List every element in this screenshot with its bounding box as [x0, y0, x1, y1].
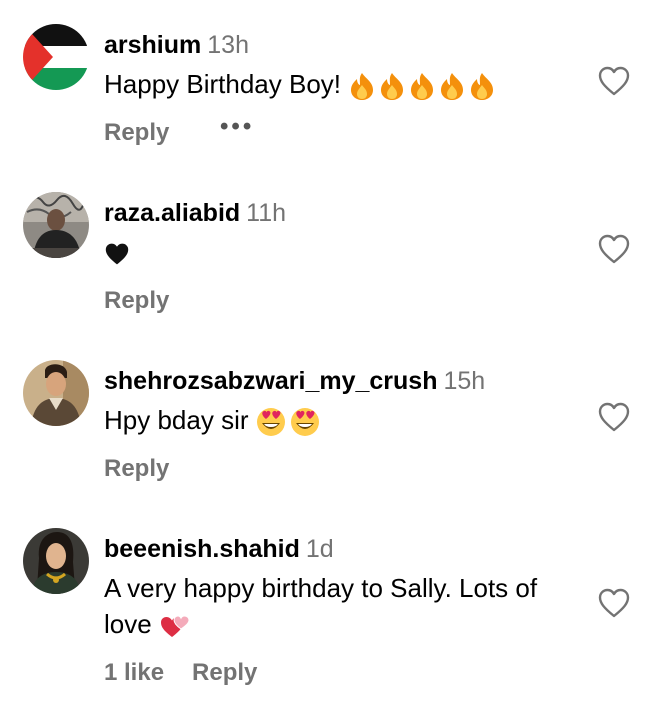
comment-text-row: A very happy birthday to Sally. Lots of …	[104, 570, 574, 642]
reply-button[interactable]: Reply	[192, 659, 257, 687]
comment-username[interactable]: beeenish.shahid	[104, 535, 300, 563]
comment-timestamp[interactable]: 11h	[246, 199, 286, 227]
profile-photo	[23, 528, 89, 594]
reply-button[interactable]: Reply	[104, 119, 169, 147]
comment-text-row	[104, 234, 574, 270]
comment-text-line1: A very happy birthday to Sally. Lots of	[104, 573, 538, 603]
likes-count[interactable]: 1 like	[104, 659, 164, 687]
comment-text-line2: love	[104, 609, 152, 639]
palestine-flag-avatar	[23, 24, 89, 90]
avatar-arshium[interactable]	[23, 24, 89, 90]
comment-timestamp[interactable]: 13h	[207, 31, 249, 59]
comment-text: Happy Birthday Boy!	[104, 69, 342, 99]
avatar-beeenish-shahid[interactable]	[23, 528, 89, 594]
comment-text-row: Hpy bday sir	[104, 402, 574, 438]
heart-outline-icon[interactable]	[598, 588, 630, 618]
heart-outline-icon[interactable]	[598, 66, 630, 96]
comment-text: Hpy bday sir	[104, 405, 249, 435]
comment-username[interactable]: shehrozsabzwari_my_crush	[104, 367, 437, 395]
two-hearts-emoji-icon	[160, 615, 190, 638]
comment-timestamp[interactable]: 15h	[443, 367, 485, 395]
avatar-raza-aliabid[interactable]	[23, 192, 89, 258]
comment-username[interactable]: raza.aliabid	[104, 199, 240, 227]
profile-photo	[23, 192, 89, 258]
reply-button[interactable]: Reply	[104, 455, 169, 483]
black-heart-emoji-icon	[105, 243, 129, 265]
heart-eyes-emoji-icon	[256, 408, 319, 437]
fire-emojis	[341, 69, 498, 101]
heart-outline-icon[interactable]	[598, 402, 630, 432]
avatar-shehrozsabzwari[interactable]	[23, 360, 89, 426]
comment-username[interactable]: arshium	[104, 31, 201, 59]
more-options-icon[interactable]: •••	[220, 113, 254, 141]
comment-text-row: Happy Birthday Boy!	[104, 66, 574, 102]
profile-photo	[23, 360, 89, 426]
fire-emoji-icon	[351, 73, 494, 101]
reply-button[interactable]: Reply	[104, 287, 169, 315]
heart-outline-icon[interactable]	[598, 234, 630, 264]
comment-timestamp[interactable]: 1d	[306, 535, 334, 563]
